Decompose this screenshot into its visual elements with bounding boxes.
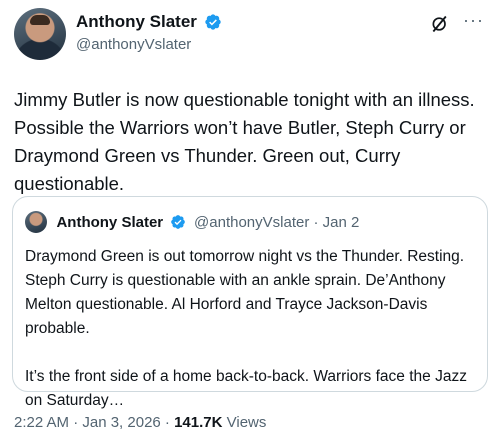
grok-icon[interactable] [430, 14, 450, 34]
views-count: 141.7K [174, 414, 223, 431]
quoted-avatar [25, 211, 47, 233]
timestamp[interactable]: 2:22 AM · Jan 3, 2026 · [14, 414, 174, 431]
author-avatar[interactable] [14, 8, 66, 60]
tweet-card: Anthony Slater @anthonyVslater ··· Jimmy… [0, 0, 500, 440]
verified-badge-icon [170, 215, 185, 229]
quoted-paragraph-2: It’s the front side of a home back-to-ba… [25, 368, 467, 409]
author-name-block: Anthony Slater @anthonyVslater [76, 12, 222, 55]
quoted-paragraph-1: Draymond Green is out tomorrow night vs … [25, 248, 465, 337]
avatar-hair [30, 15, 50, 25]
views-label: Views [222, 414, 267, 431]
verified-badge-icon [205, 14, 222, 30]
more-icon[interactable]: ··· [463, 10, 484, 30]
quoted-tweet[interactable]: Anthony Slater @anthonyVslater · Jan 2 D… [12, 196, 488, 409]
quoted-display-name: Anthony Slater [56, 213, 164, 231]
quoted-header: Anthony Slater @anthonyVslater · Jan 2 [25, 211, 359, 233]
author-handle[interactable]: @anthonyVslater [76, 35, 222, 55]
author-display-name[interactable]: Anthony Slater [76, 12, 197, 32]
tweet-meta: 2:22 AM · Jan 3, 2026 · 141.7K Views [14, 414, 266, 431]
tweet-text: Jimmy Butler is now questionable tonight… [14, 89, 475, 194]
tweet-header: Anthony Slater @anthonyVslater ··· [10, 8, 490, 68]
quoted-text: Draymond Green is out tomorrow night vs … [25, 245, 477, 437]
quoted-handle-date: @anthonyVslater · Jan 2 [194, 213, 360, 231]
